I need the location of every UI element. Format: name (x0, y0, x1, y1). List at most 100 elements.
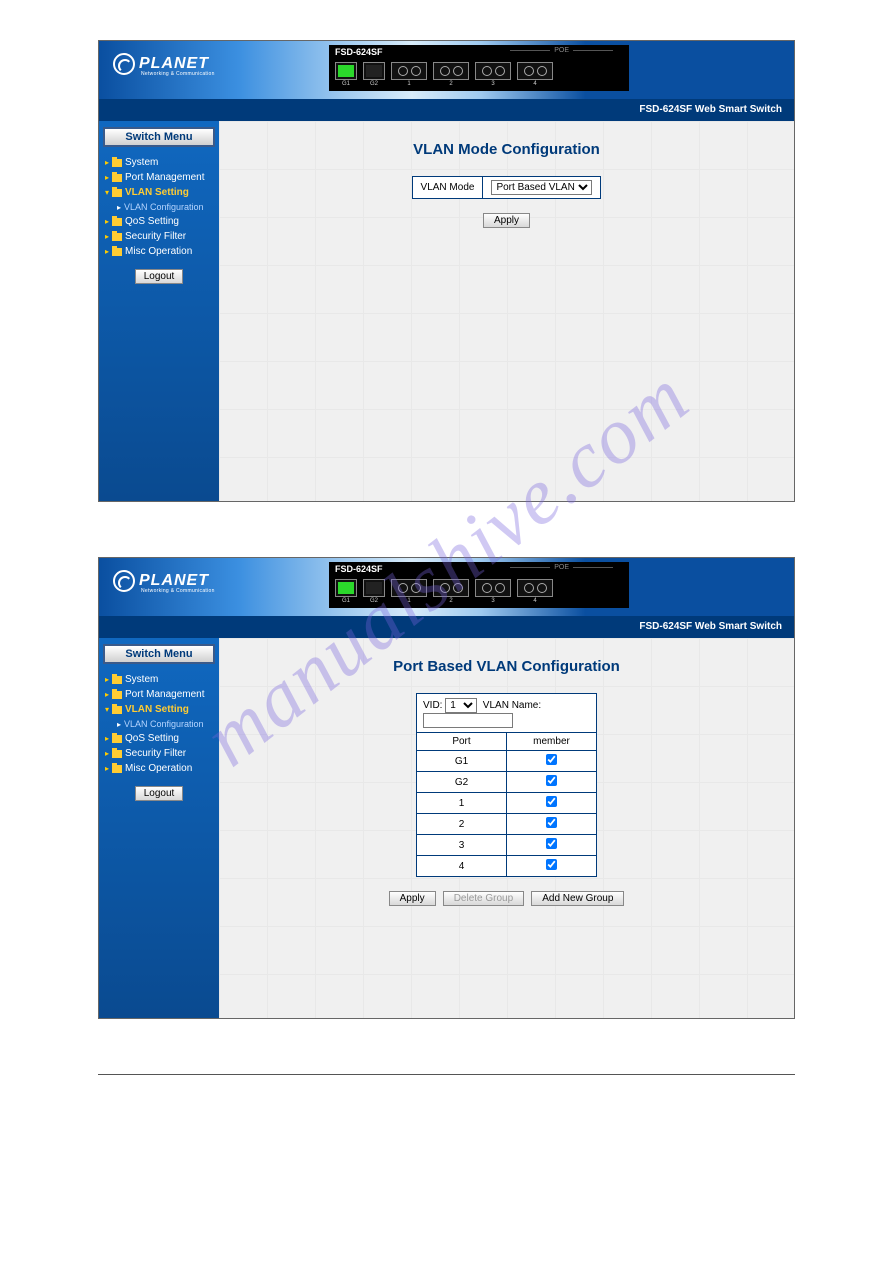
sidebar-item-label: Port Management (125, 172, 205, 183)
product-line-bar: FSD-624SF Web Smart Switch (99, 101, 794, 121)
sidebar-item-label: Misc Operation (125, 763, 192, 774)
poe-label: POE (506, 564, 617, 571)
port-cell: G2 (417, 772, 507, 793)
vid-label: VID: (423, 700, 442, 711)
member-checkbox[interactable] (546, 796, 557, 807)
delete-group-button[interactable]: Delete Group (443, 891, 524, 906)
sidebar-title: Switch Menu (103, 127, 215, 147)
port-4-label: 4 (533, 81, 536, 87)
sidebar-item-label: Port Management (125, 689, 205, 700)
sidebar-item-system[interactable]: ▸System (103, 155, 215, 170)
vlan-mode-table: VLAN Mode Port Based VLAN (412, 176, 602, 199)
sidebar-item-label: System (125, 157, 158, 168)
page-title: Port Based VLAN Configuration (239, 658, 774, 675)
port-1-label: 1 (407, 598, 410, 604)
screenshot-port-based-vlan: PLANET Networking & Communication FSD-62… (98, 557, 795, 1019)
folder-icon (112, 233, 122, 241)
table-row: 3 (417, 835, 597, 856)
folder-icon (112, 691, 122, 699)
table-row: G2 (417, 772, 597, 793)
member-checkbox[interactable] (546, 838, 557, 849)
header-bar: PLANET Networking & Communication FSD-62… (99, 41, 794, 101)
port-g2-label: G2 (370, 81, 378, 87)
member-checkbox[interactable] (546, 817, 557, 828)
sidebar-item-label: Misc Operation (125, 246, 192, 257)
sidebar-item-label: VLAN Configuration (124, 202, 204, 212)
port-4-icon (517, 62, 553, 80)
port-4-icon (517, 579, 553, 597)
apply-button[interactable]: Apply (483, 213, 530, 228)
page-title: VLAN Mode Configuration (239, 141, 774, 158)
brand-subtitle: Networking & Communication (141, 71, 215, 77)
device-model-label: FSD-624SF (335, 564, 383, 574)
sidebar-item-security-filter[interactable]: ▸Security Filter (103, 229, 215, 244)
table-row: 2 (417, 814, 597, 835)
folder-icon (112, 735, 122, 743)
sidebar-item-port-management[interactable]: ▸Port Management (103, 170, 215, 185)
logout-button[interactable]: Logout (135, 786, 184, 801)
port-4-label: 4 (533, 598, 536, 604)
device-port-panel: FSD-624SF POE G1 G2 1 2 3 4 (329, 562, 629, 608)
sidebar-item-misc-operation[interactable]: ▸Misc Operation (103, 244, 215, 259)
sidebar-item-label: VLAN Setting (125, 704, 189, 715)
port-3-label: 3 (491, 598, 494, 604)
port-3-label: 3 (491, 81, 494, 87)
member-checkbox[interactable] (546, 859, 557, 870)
sidebar-item-vlan-configuration[interactable]: ▸VLAN Configuration (103, 200, 215, 214)
sidebar-item-qos-setting[interactable]: ▸QoS Setting (103, 214, 215, 229)
folder-icon (112, 750, 122, 758)
port-1-icon (391, 579, 427, 597)
footer-rule (98, 1074, 795, 1075)
port-1-icon (391, 62, 427, 80)
port-1-label: 1 (407, 81, 410, 87)
add-new-group-button[interactable]: Add New Group (531, 891, 624, 906)
vlan-name-input[interactable] (423, 713, 513, 728)
sidebar-item-label: Security Filter (125, 231, 186, 242)
port-cell: 2 (417, 814, 507, 835)
folder-icon (112, 189, 122, 197)
vid-select[interactable]: 1 (445, 698, 477, 713)
sidebar: Switch Menu ▸System ▸Port Management ▾VL… (99, 121, 219, 501)
port-cell: 4 (417, 856, 507, 877)
sidebar-item-label: VLAN Configuration (124, 719, 204, 729)
planet-globe-icon (113, 570, 135, 592)
sidebar-item-vlan-setting[interactable]: ▾VLAN Setting (103, 185, 215, 200)
sidebar-item-vlan-setting[interactable]: ▾VLAN Setting (103, 702, 215, 717)
content-area: Port Based VLAN Configuration VID: 1 VLA… (219, 638, 794, 1018)
sidebar-item-vlan-configuration[interactable]: ▸VLAN Configuration (103, 717, 215, 731)
folder-icon (112, 765, 122, 773)
logout-button[interactable]: Logout (135, 269, 184, 284)
port-g1-label: G1 (342, 598, 350, 604)
folder-icon (112, 248, 122, 256)
port-vlan-table: VID: 1 VLAN Name: Portmember G1 G2 1 2 3… (416, 693, 597, 877)
port-3-icon (475, 579, 511, 597)
port-cell: 1 (417, 793, 507, 814)
folder-icon (112, 676, 122, 684)
member-checkbox[interactable] (546, 754, 557, 765)
vlan-name-label: VLAN Name: (483, 700, 541, 711)
sidebar-item-security-filter[interactable]: ▸Security Filter (103, 746, 215, 761)
sidebar-item-label: Security Filter (125, 748, 186, 759)
port-g2-icon (363, 579, 385, 597)
device-port-panel: FSD-624SF POE G1 G2 1 2 3 4 (329, 45, 629, 91)
vlan-mode-select[interactable]: Port Based VLAN (491, 180, 592, 195)
sidebar: Switch Menu ▸System ▸Port Management ▾VL… (99, 638, 219, 1018)
folder-icon (112, 706, 122, 714)
table-row: 1 (417, 793, 597, 814)
table-row: 4 (417, 856, 597, 877)
sidebar-item-port-management[interactable]: ▸Port Management (103, 687, 215, 702)
table-row: G1 (417, 751, 597, 772)
port-2-label: 2 (449, 598, 452, 604)
port-cell: G1 (417, 751, 507, 772)
sidebar-item-misc-operation[interactable]: ▸Misc Operation (103, 761, 215, 776)
content-area: VLAN Mode Configuration VLAN Mode Port B… (219, 121, 794, 501)
sidebar-item-qos-setting[interactable]: ▸QoS Setting (103, 731, 215, 746)
sidebar-title: Switch Menu (103, 644, 215, 664)
sidebar-item-system[interactable]: ▸System (103, 672, 215, 687)
apply-button[interactable]: Apply (389, 891, 436, 906)
col-port-header: Port (417, 733, 507, 751)
port-g1-icon (335, 62, 357, 80)
member-checkbox[interactable] (546, 775, 557, 786)
folder-icon (112, 159, 122, 167)
screenshot-vlan-mode: PLANET Networking & Communication FSD-62… (98, 40, 795, 502)
